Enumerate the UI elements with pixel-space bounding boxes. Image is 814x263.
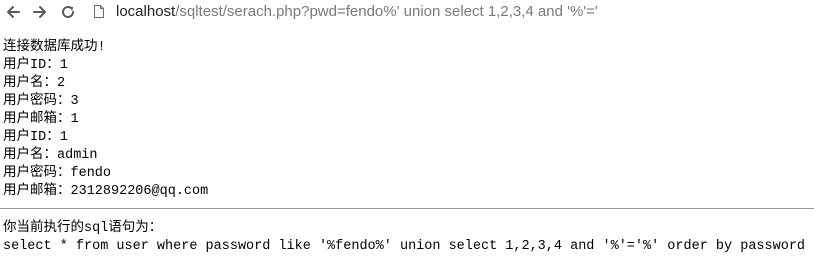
- url-host: localhost: [116, 3, 176, 20]
- record-1-password: 用户密码：3: [3, 94, 79, 109]
- url-path: /sqltest/serach.php?pwd=fendo%' union se…: [175, 3, 598, 20]
- record-1-email: 用户邮箱：1: [3, 112, 79, 127]
- back-button[interactable]: [3, 2, 23, 22]
- arrow-left-icon: [7, 6, 20, 18]
- sql-section: 你当前执行的sql语句为： select * from user where p…: [3, 220, 811, 256]
- record-2-email: 用户邮箱：2312892206@qq.com: [3, 184, 209, 199]
- record-1-name: 用户名：2: [3, 76, 66, 91]
- reload-button[interactable]: [58, 2, 78, 22]
- record-2-id: 用户ID：1: [3, 130, 68, 145]
- connect-message: 连接数据库成功!: [3, 40, 106, 55]
- address-bar[interactable]: localhost/sqltest/serach.php?pwd=fendo%'…: [86, 0, 814, 24]
- page-content: 连接数据库成功! 用户ID：1 用户名：2 用户密码：3 用户邮箱：1 用户ID…: [3, 39, 811, 201]
- browser-toolbar: localhost/sqltest/serach.php?pwd=fendo%'…: [0, 0, 814, 25]
- record-1-id: 用户ID：1: [3, 58, 68, 73]
- forward-button[interactable]: [30, 2, 50, 22]
- record-2-name: 用户名：admin: [3, 148, 98, 163]
- horizontal-rule: [0, 208, 814, 209]
- sql-statement: select * from user where password like '…: [3, 239, 806, 254]
- record-2-password: 用户密码：fendo: [3, 166, 112, 181]
- page-icon: [94, 5, 104, 18]
- url-text[interactable]: localhost/sqltest/serach.php?pwd=fendo%'…: [116, 3, 598, 21]
- arrow-right-icon: [33, 6, 46, 18]
- reload-icon: [62, 5, 74, 18]
- sql-label: 你当前执行的sql语句为：: [3, 221, 163, 236]
